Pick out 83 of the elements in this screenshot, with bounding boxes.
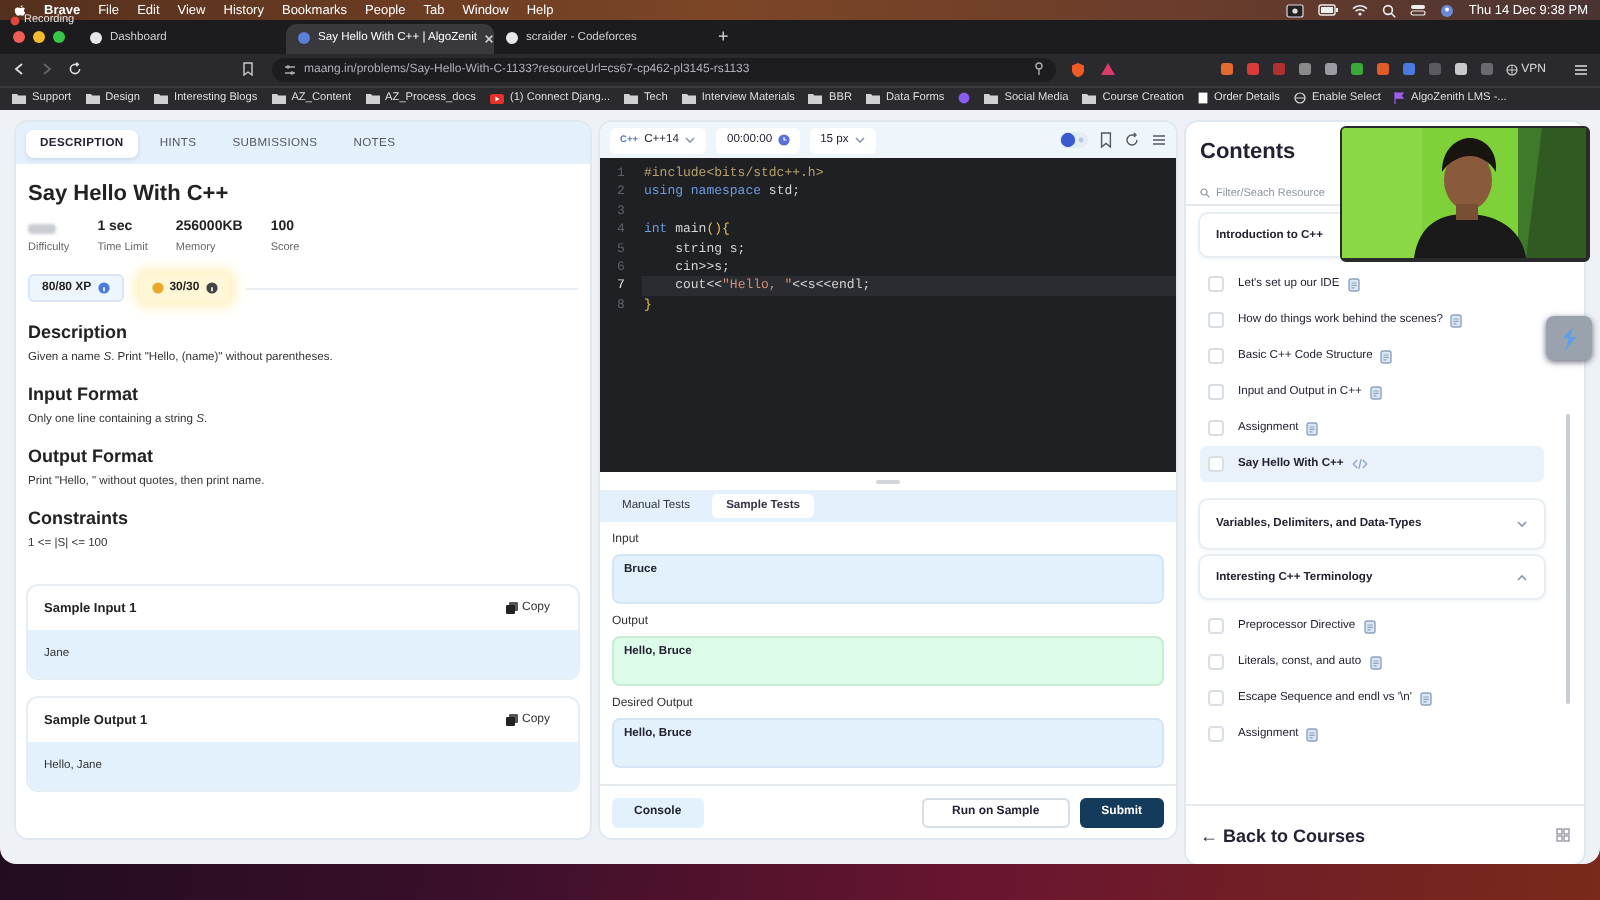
close-icon[interactable] xyxy=(484,33,495,44)
favicon-icon xyxy=(90,32,102,45)
folder-icon xyxy=(1082,92,1097,105)
search-icon xyxy=(1200,188,1210,198)
document-icon xyxy=(1419,691,1432,705)
checkbox[interactable] xyxy=(1208,618,1224,634)
triangle-icon[interactable] xyxy=(1100,62,1116,77)
folder-icon xyxy=(85,92,100,105)
section-heading: Description xyxy=(28,322,130,342)
document-icon xyxy=(1306,727,1319,741)
reload-icon[interactable] xyxy=(68,62,82,77)
bookmark-icon[interactable] xyxy=(1100,132,1112,148)
folder-icon xyxy=(624,92,639,105)
checkbox[interactable] xyxy=(1208,420,1224,436)
globe-icon xyxy=(1505,63,1518,76)
problem-title: Say Hello With C++ xyxy=(28,182,231,206)
new-tab-button[interactable]: + xyxy=(718,26,729,47)
forward-icon[interactable] xyxy=(40,62,54,77)
document-icon xyxy=(1363,619,1376,633)
checkbox[interactable] xyxy=(1208,456,1224,472)
clock-icon xyxy=(778,134,791,146)
screen-share-icon[interactable] xyxy=(1286,3,1305,17)
folder-icon xyxy=(866,92,880,105)
document-icon xyxy=(1347,277,1360,291)
document-icon xyxy=(1369,385,1382,399)
scrollbar[interactable] xyxy=(1566,414,1570,704)
contents-title: Contents xyxy=(1198,138,1298,166)
checkbox[interactable] xyxy=(1208,384,1224,400)
menu-icon[interactable] xyxy=(1152,134,1166,146)
folder-icon xyxy=(365,92,380,105)
document-icon xyxy=(1380,349,1393,363)
info-icon xyxy=(205,282,218,294)
document-icon xyxy=(1450,313,1463,327)
checkbox[interactable] xyxy=(1208,276,1224,292)
page-icon xyxy=(1197,92,1208,105)
globe-icon xyxy=(1293,92,1306,105)
checkbox[interactable] xyxy=(1208,654,1224,670)
user-icon[interactable] xyxy=(1440,3,1455,17)
flag-icon xyxy=(1394,92,1405,105)
folder-icon xyxy=(154,92,169,105)
key-icon xyxy=(1034,62,1044,77)
lightning-icon xyxy=(1560,325,1578,351)
section-heading: Output Format xyxy=(28,446,155,466)
info-icon xyxy=(97,282,110,294)
record-dot-icon xyxy=(10,15,20,25)
folder-icon xyxy=(681,92,696,105)
checkbox[interactable] xyxy=(1208,348,1224,364)
favicon-icon xyxy=(506,32,518,45)
checkbox[interactable] xyxy=(1208,690,1224,706)
control-center-icon[interactable] xyxy=(1410,4,1427,16)
reset-icon[interactable] xyxy=(1124,132,1140,148)
section-heading: Input Format xyxy=(28,384,140,404)
document-icon xyxy=(1369,655,1382,669)
theme-toggle-icon[interactable] xyxy=(1060,132,1088,148)
caret-icon xyxy=(684,136,697,144)
coin-icon xyxy=(151,282,164,294)
checkbox[interactable] xyxy=(1208,726,1224,742)
folder-icon xyxy=(271,92,286,105)
window-controls-icon[interactable] xyxy=(12,29,66,44)
favicon-icon xyxy=(298,32,310,45)
document-icon xyxy=(1306,421,1319,435)
back-icon[interactable] xyxy=(12,62,26,77)
folder-icon xyxy=(12,92,26,105)
copy-icon xyxy=(505,714,518,726)
battery-icon[interactable] xyxy=(1318,4,1339,16)
wifi-icon[interactable] xyxy=(1352,4,1369,16)
chevron-down-icon xyxy=(1516,520,1528,528)
shield-icon[interactable] xyxy=(1070,61,1086,78)
copy-icon xyxy=(505,602,518,614)
redacted-value xyxy=(28,223,56,233)
checkbox[interactable] xyxy=(1208,312,1224,328)
caret-icon xyxy=(854,136,867,144)
grid-icon[interactable] xyxy=(1556,828,1570,842)
search-icon[interactable] xyxy=(1382,3,1397,17)
folder-icon xyxy=(808,92,823,105)
folder-icon xyxy=(984,92,999,105)
section-heading: Constraints xyxy=(28,508,131,528)
video-icon xyxy=(489,93,504,104)
back-link[interactable]: ← Back to Courses xyxy=(1200,825,1366,845)
site-settings-icon xyxy=(284,63,296,76)
code-icon xyxy=(1351,458,1368,470)
chevron-up-icon xyxy=(1516,573,1528,581)
apple-icon xyxy=(14,3,26,17)
